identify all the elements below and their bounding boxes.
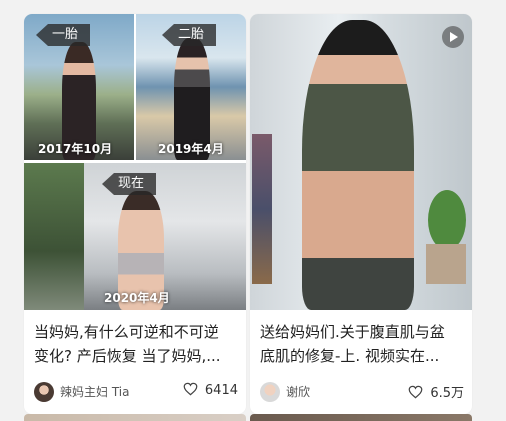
- card-title-line: 变化? 产后恢复 当了妈妈,...: [34, 347, 221, 365]
- author-avatar[interactable]: [260, 382, 280, 402]
- next-card-peek[interactable]: [24, 414, 246, 421]
- card-title-line: 当妈妈,有什么可逆和不可逆: [34, 323, 219, 341]
- card-image[interactable]: [250, 14, 472, 310]
- author-name[interactable]: 谢欣: [286, 383, 310, 400]
- author-avatar[interactable]: [34, 382, 54, 402]
- next-card-peek[interactable]: [250, 414, 472, 421]
- collage-tile-first-pregnancy: 一胎 2017年10月: [24, 14, 134, 160]
- plant-decor: [24, 163, 84, 310]
- plant-decor: [428, 190, 466, 250]
- card-title-line: 送给妈妈们.关于腹直肌与盆: [260, 323, 445, 341]
- shelf-decor: [252, 134, 272, 284]
- feed-card-2[interactable]: 送给妈妈们.关于腹直肌与盆 底肌的修复-上. 视频实在... 谢欣 6.5万: [250, 14, 472, 414]
- collage-date: 2019年4月: [158, 142, 224, 156]
- card-title[interactable]: 送给妈妈们.关于腹直肌与盆 底肌的修复-上. 视频实在...: [260, 320, 464, 368]
- collage-tile-now: 现在 2020年4月: [24, 163, 246, 310]
- person-figure: [302, 20, 414, 310]
- card-title-line: 底肌的修复-上. 视频实在...: [260, 347, 440, 365]
- heart-outline-icon: [408, 385, 423, 399]
- card-image-collage[interactable]: 一胎 2017年10月 二胎 2019年4月 现在 2020年4月: [24, 14, 246, 310]
- feed-card-1[interactable]: 一胎 2017年10月 二胎 2019年4月 现在 2020年4月 当妈妈,有什…: [24, 14, 246, 414]
- chair-decor: [426, 244, 466, 284]
- collage-date: 2017年10月: [38, 142, 113, 156]
- play-icon[interactable]: [442, 26, 464, 48]
- like-count: 6.5万: [430, 386, 464, 401]
- card-meta: 谢欣 6.5万: [260, 380, 464, 404]
- card-title[interactable]: 当妈妈,有什么可逆和不可逆 变化? 产后恢复 当了妈妈,...: [34, 320, 238, 368]
- collage-tile-second-pregnancy: 二胎 2019年4月: [136, 14, 246, 160]
- heart-outline-icon: [183, 382, 198, 396]
- collage-date: 2020年4月: [104, 291, 170, 305]
- author-name[interactable]: 辣妈主妇 Tia: [60, 383, 129, 400]
- like-button[interactable]: 6.5万: [408, 382, 464, 401]
- card-meta: 辣妈主妇 Tia 6414: [34, 380, 238, 404]
- like-count: 6414: [204, 383, 238, 398]
- like-button[interactable]: 6414: [183, 382, 238, 398]
